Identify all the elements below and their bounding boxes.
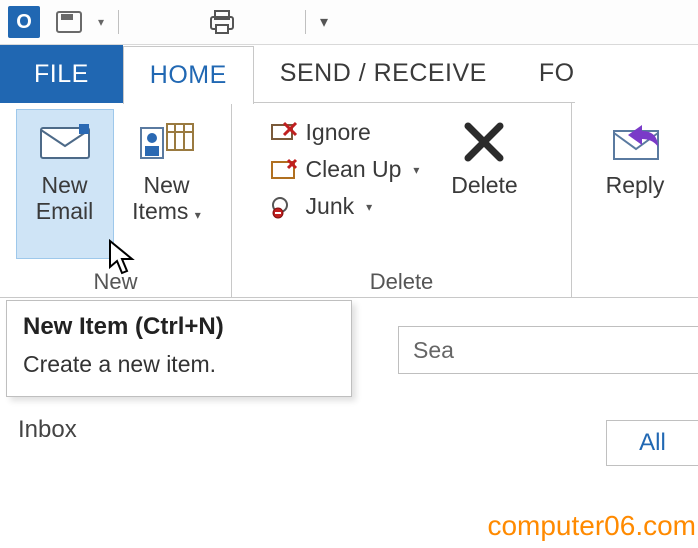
chevron-down-icon: ▾ <box>366 200 372 214</box>
qat-save-icon[interactable] <box>54 7 84 37</box>
outlook-logo-icon: O <box>8 6 40 38</box>
chevron-down-icon: ▾ <box>413 163 419 177</box>
clean-up-label: Clean Up <box>306 156 402 183</box>
tab-file[interactable]: FILE <box>0 45 123 103</box>
new-items-icon <box>139 114 195 170</box>
new-items-button[interactable]: New Items ▾ <box>118 109 216 259</box>
tab-send-receive[interactable]: SEND / RECEIVE <box>254 45 513 103</box>
new-items-label: New Items ▾ <box>132 172 201 225</box>
reply-label: Reply <box>606 172 665 198</box>
group-respond: Reply <box>572 103 698 297</box>
tooltip: New Item (Ctrl+N) Create a new item. <box>6 300 352 397</box>
delete-icon <box>460 114 508 170</box>
group-respond-label <box>632 265 638 295</box>
clean-up-icon <box>270 158 298 182</box>
group-new: New Email New <box>0 103 232 297</box>
ignore-icon <box>270 121 298 145</box>
group-delete-label: Delete <box>370 265 434 295</box>
print-icon[interactable] <box>207 7 237 37</box>
delete-button[interactable]: Delete <box>429 109 539 259</box>
ribbon-tabs: FILE HOME SEND / RECEIVE FO <box>0 45 698 103</box>
new-email-label: New Email <box>36 172 94 225</box>
qat-separator <box>118 10 119 34</box>
ignore-label: Ignore <box>306 119 371 146</box>
new-email-icon <box>37 114 93 170</box>
delete-label: Delete <box>451 172 517 198</box>
qat-dropdown-icon[interactable]: ▾ <box>98 15 104 29</box>
new-email-button[interactable]: New Email <box>16 109 114 259</box>
qat-overflow-icon[interactable]: ▾ <box>320 12 328 32</box>
filter-all-button[interactable]: All <box>606 420 698 466</box>
watermark: computer06.com <box>487 510 696 542</box>
junk-label: Junk <box>306 193 355 220</box>
group-new-label: New <box>93 265 137 295</box>
search-input[interactable]: Sea <box>398 326 698 374</box>
tooltip-title: New Item (Ctrl+N) <box>23 313 335 341</box>
qat-separator-2 <box>305 10 306 34</box>
search-placeholder: Sea <box>413 337 454 364</box>
tooltip-body: Create a new item. <box>23 351 335 378</box>
junk-icon <box>270 195 298 219</box>
tab-folder-partial[interactable]: FO <box>513 45 575 103</box>
ribbon: New Email New <box>0 103 698 298</box>
group-delete: Ignore Clean Up ▾ Junk ▾ <box>232 103 572 297</box>
tab-home[interactable]: HOME <box>123 46 254 104</box>
ignore-button[interactable]: Ignore <box>264 117 426 148</box>
junk-button[interactable]: Junk ▾ <box>264 191 426 222</box>
nav-inbox[interactable]: Inbox <box>18 416 77 444</box>
reply-icon <box>608 114 662 170</box>
title-bar: O ▾ ▾ <box>0 0 698 45</box>
chevron-down-icon: ▾ <box>195 208 201 222</box>
delete-stack: Ignore Clean Up ▾ Junk ▾ <box>264 109 426 222</box>
clean-up-button[interactable]: Clean Up ▾ <box>264 154 426 185</box>
reply-button[interactable]: Reply <box>585 109 685 259</box>
